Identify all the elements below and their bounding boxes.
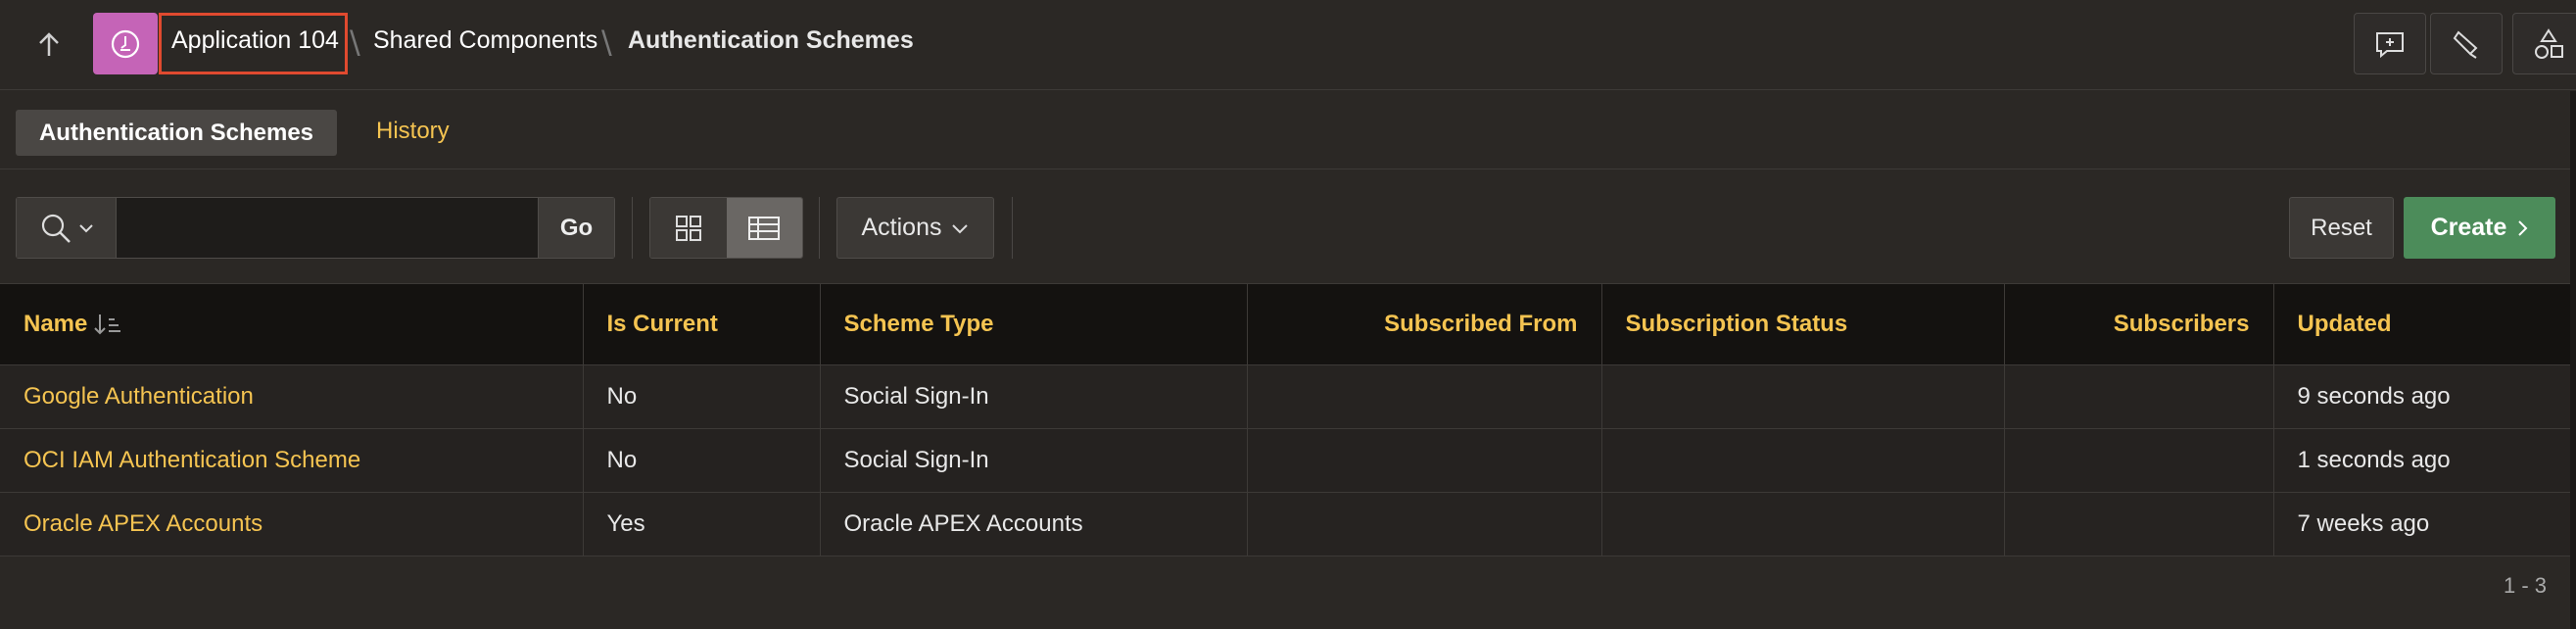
table-row: Google Authentication No Social Sign-In … <box>0 364 2571 429</box>
markup-button[interactable] <box>2430 13 2503 74</box>
search-input[interactable] <box>117 198 538 258</box>
subscribers-cell <box>2004 364 2274 429</box>
column-header-subscription-status[interactable]: Subscription Status <box>1601 284 2005 365</box>
create-label: Create <box>2430 214 2507 241</box>
view-toggle <box>649 197 803 259</box>
breadcrumb-current: Authentication Schemes <box>628 26 914 54</box>
updated-cell: 1 seconds ago <box>2273 428 2571 493</box>
up-arrow-icon[interactable] <box>29 25 69 65</box>
breadcrumb-app[interactable]: Application 104 <box>171 26 339 55</box>
column-header-updated[interactable]: Updated <box>2273 284 2571 365</box>
breadcrumb-separator: \ <box>350 24 360 61</box>
scheme-name-link[interactable]: Google Authentication <box>0 364 584 429</box>
subscribed-from-cell <box>1247 428 1602 493</box>
column-header-subscribers[interactable]: Subscribers <box>2004 284 2274 365</box>
column-header-subscribed-from[interactable]: Subscribed From <box>1247 284 1602 365</box>
search-bar: Go <box>16 197 615 259</box>
icon-view-button[interactable] <box>650 198 727 258</box>
search-column-picker[interactable] <box>17 198 117 258</box>
column-header-name[interactable]: Name <box>0 284 584 365</box>
shapes-button[interactable] <box>2512 13 2576 74</box>
chevron-down-icon <box>952 223 969 233</box>
app-icon[interactable] <box>93 13 158 74</box>
subscription-status-cell <box>1601 428 2005 493</box>
column-header-is-current[interactable]: Is Current <box>583 284 821 365</box>
scheme-type-cell: Oracle APEX Accounts <box>820 492 1248 556</box>
chat-plus-icon <box>2376 31 2404 58</box>
subscribers-cell <box>2004 428 2274 493</box>
scheme-type-cell: Social Sign-In <box>820 428 1248 493</box>
go-button[interactable]: Go <box>538 198 614 258</box>
subscribed-from-cell <box>1247 364 1602 429</box>
scheme-name-link[interactable]: OCI IAM Authentication Scheme <box>0 428 584 493</box>
tab-history[interactable]: History <box>376 118 450 145</box>
toolbar-divider <box>1012 197 1013 259</box>
table-header-row: Name Is Current Scheme Type Subscribed F… <box>0 284 2571 365</box>
table-row: Oracle APEX Accounts Yes Oracle APEX Acc… <box>0 492 2571 556</box>
is-current-cell: Yes <box>583 492 821 556</box>
chevron-down-icon <box>78 223 93 232</box>
report-view-button[interactable] <box>726 198 802 258</box>
subscribed-from-cell <box>1247 492 1602 556</box>
shapes-icon <box>2535 27 2563 59</box>
search-icon <box>41 214 71 243</box>
right-edge <box>2570 91 2576 629</box>
sort-descending-icon <box>94 314 121 335</box>
grid-icon <box>675 215 701 241</box>
updated-cell: 7 weeks ago <box>2273 492 2571 556</box>
is-current-cell: No <box>583 364 821 429</box>
feedback-button[interactable] <box>2354 13 2426 74</box>
breadcrumb-shared-components[interactable]: Shared Components <box>373 26 597 55</box>
chevron-right-icon <box>2518 219 2528 236</box>
table-row: OCI IAM Authentication Scheme No Social … <box>0 428 2571 493</box>
toolbar-divider <box>632 197 633 259</box>
subscription-status-cell <box>1601 492 2005 556</box>
tab-authentication-schemes[interactable]: Authentication Schemes <box>16 110 337 156</box>
updated-cell: 9 seconds ago <box>2273 364 2571 429</box>
table-icon <box>748 216 781 240</box>
scheme-type-cell: Social Sign-In <box>820 364 1248 429</box>
breadcrumb-separator: \ <box>601 24 612 61</box>
is-current-cell: No <box>583 428 821 493</box>
subscribers-cell <box>2004 492 2274 556</box>
create-button[interactable]: Create <box>2404 197 2555 259</box>
pagination-info: 1 - 3 <box>2503 573 2547 598</box>
actions-menu-button[interactable]: Actions <box>836 197 994 259</box>
actions-label: Actions <box>861 214 942 241</box>
subscription-status-cell <box>1601 364 2005 429</box>
toolbar-divider <box>819 197 820 259</box>
report-table: Name Is Current Scheme Type Subscribed F… <box>0 284 2571 556</box>
highlighter-icon <box>2453 29 2478 59</box>
report-toolbar: Go Actions Reset Create <box>0 170 2576 283</box>
tabs-row: Authentication Schemes History <box>0 91 2576 169</box>
scheme-name-link[interactable]: Oracle APEX Accounts <box>0 492 584 556</box>
report-table-region: Name Is Current Scheme Type Subscribed F… <box>0 283 2571 556</box>
reset-button[interactable]: Reset <box>2289 197 2394 259</box>
top-bar: Application 104 \ Shared Components \ Au… <box>0 0 2576 90</box>
column-header-scheme-type[interactable]: Scheme Type <box>820 284 1248 365</box>
